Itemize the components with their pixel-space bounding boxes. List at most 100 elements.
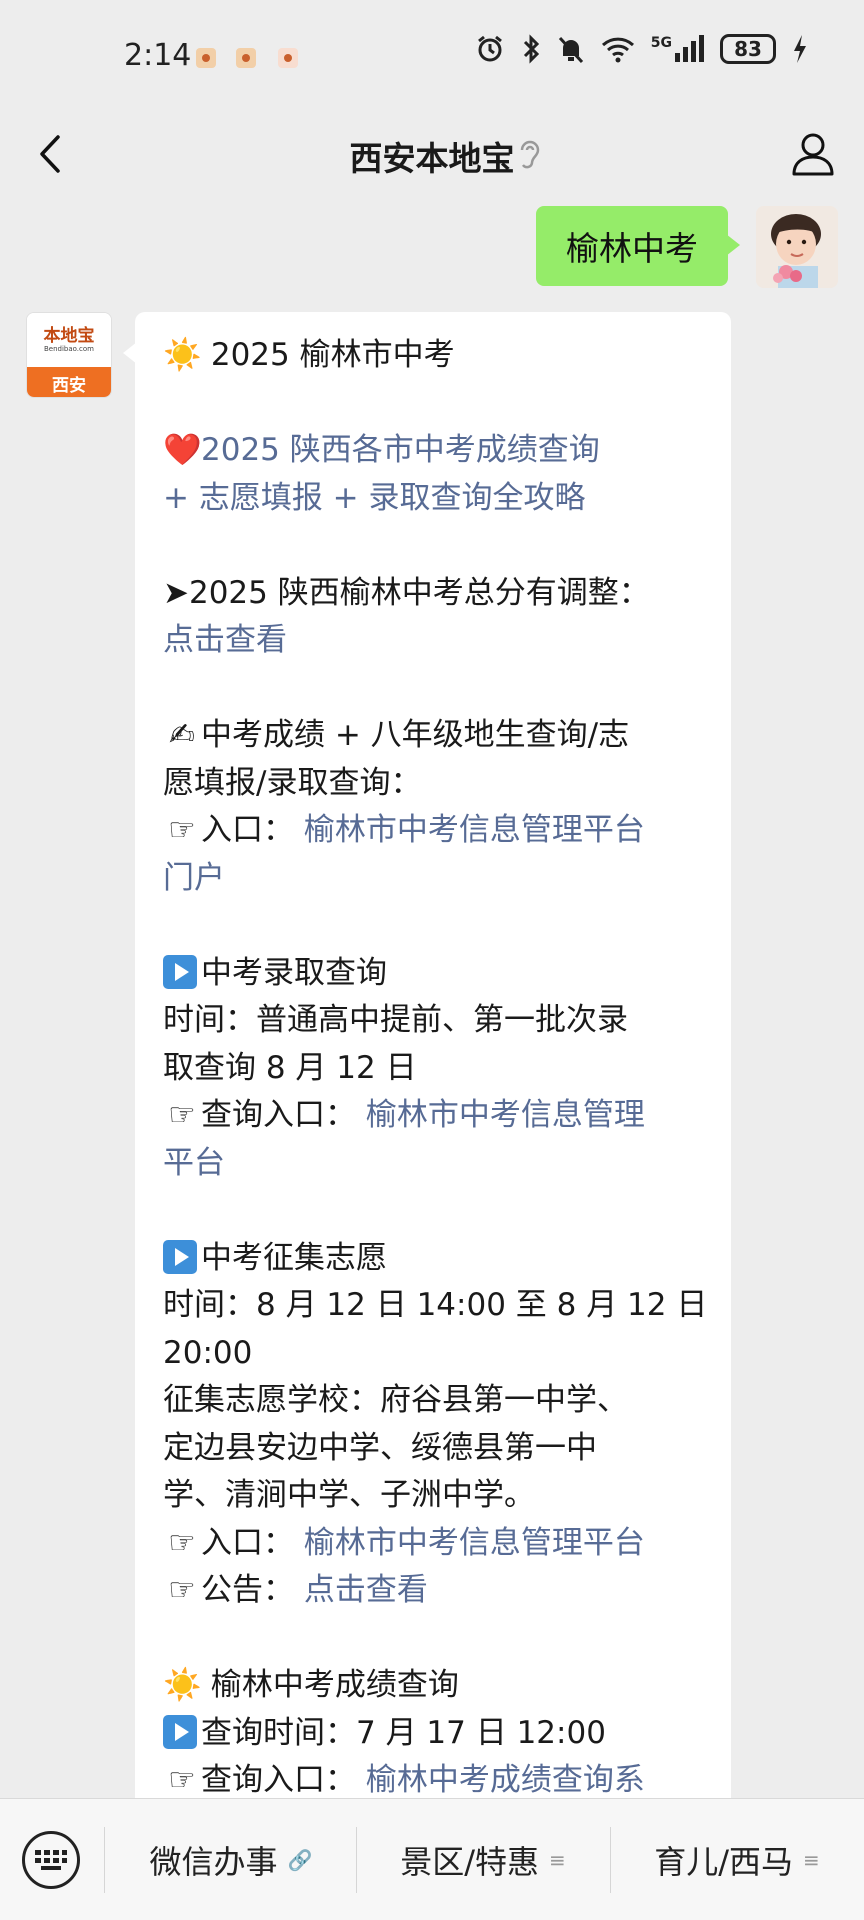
play-icon <box>163 1714 197 1749</box>
view-link[interactable]: 点击查看 <box>163 622 287 658</box>
view-link[interactable]: 点击查看 <box>304 1572 428 1608</box>
user-avatar[interactable] <box>756 206 838 288</box>
section-text: 中考成绩 + 八年级地生查询/志 <box>201 717 630 753</box>
menu-divider <box>610 1827 611 1893</box>
message-line[interactable]: 点击查看 <box>163 617 705 665</box>
school-text: 征集志愿学校：府谷县第一中学、 <box>163 1382 628 1418</box>
notification-icon <box>236 48 256 68</box>
section-title: 中考征集志愿 <box>201 1239 387 1276</box>
entry-label: 入口： <box>201 812 294 848</box>
guide-link-cont[interactable]: + 志愿填报 + 录取查询全攻略 <box>163 480 586 516</box>
entry-label: 查询入口： <box>201 1097 356 1133</box>
play-icon <box>163 954 197 989</box>
heading-text: 2025 榆林市中考 <box>210 337 455 373</box>
writing-hand-icon: ✍ <box>169 717 195 753</box>
message-line[interactable]: ☞ 查询入口： 榆林市中考信息管理 <box>163 1092 705 1140</box>
notification-icon <box>196 48 216 68</box>
platform-link-cont[interactable]: 平台 <box>163 1145 225 1181</box>
person-icon <box>792 133 834 176</box>
menu-divider <box>104 1827 105 1893</box>
menu-item-scenic[interactable]: 景区/特惠 ≡ <box>358 1831 608 1889</box>
status-time: 2:14 <box>124 38 192 73</box>
charging-icon <box>792 34 808 64</box>
bot-avatar-logo: 本地宝 Bendibao.com <box>27 313 111 367</box>
message-line[interactable]: ☞ 查询入口： 榆林中考成绩查询系 <box>163 1757 705 1798</box>
message-line: 中考录取查询 <box>163 950 705 998</box>
menu-item-label: 微信办事 <box>149 1843 278 1881</box>
platform-link[interactable]: 榆林市中考信息管理 <box>366 1097 645 1133</box>
user-message-bubble[interactable]: 榆林中考 <box>536 206 740 286</box>
message-line: ✍ 中考成绩 + 八年级地生查询/志 <box>163 712 705 760</box>
wifi-icon <box>601 35 635 63</box>
menu-item-label: 景区/特惠 <box>400 1843 540 1881</box>
message-line[interactable]: ☞ 入口： 榆林市中考信息管理平台 <box>163 807 705 855</box>
mute-bell-icon <box>557 34 585 64</box>
pointing-hand-icon: ☞ <box>168 812 196 848</box>
bot-city: 西安 <box>27 367 111 397</box>
entry-label: 查询入口： <box>201 1762 356 1798</box>
menu-item-wechat-service[interactable]: 微信办事 🔗 <box>106 1831 356 1889</box>
pointing-hand-icon: ☞ <box>168 1097 196 1133</box>
school-text: 定边县安边中学、绥德县第一中 <box>163 1429 597 1466</box>
heart-icon: ❤️ <box>163 432 202 468</box>
chat-title: 西安本地宝 <box>349 139 515 178</box>
bot-avatar[interactable]: 本地宝 Bendibao.com 西安 <box>26 312 112 398</box>
message-line[interactable]: ☞ 公告： 点击查看 <box>163 1567 705 1615</box>
profile-button[interactable] <box>788 128 838 178</box>
status-icons: 5G 83 <box>475 34 808 64</box>
message-line: 征集志愿学校：府谷县第一中学、 <box>163 1377 705 1425</box>
message-line: 定边县安边中学、绥德县第一中 <box>163 1425 705 1473</box>
time-text: 取查询 8 月 12 日 <box>163 1049 417 1086</box>
platform-link[interactable]: 榆林市中考信息管理平台 <box>304 812 645 848</box>
keyboard-button[interactable] <box>22 1831 80 1889</box>
section-title: 中考录取查询 <box>201 954 387 991</box>
message-line: 时间：普通高中提前、第一批次录 <box>163 997 705 1045</box>
message-line: ☀️ 2025 榆林市中考 <box>163 332 705 380</box>
sun-icon: ☀️ <box>163 337 202 373</box>
link-icon: 🔗 <box>287 1848 313 1872</box>
score-query-link[interactable]: 榆林中考成绩查询系 <box>366 1762 645 1798</box>
bluetooth-icon <box>521 34 541 64</box>
menu-divider <box>356 1827 357 1893</box>
time-text: 时间：普通高中提前、第一批次录 <box>163 1002 628 1038</box>
message-line: 取查询 8 月 12 日 <box>163 1045 705 1093</box>
message-line: 中考征集志愿 <box>163 1235 705 1283</box>
platform-link-cont[interactable]: 门户 <box>163 860 225 896</box>
signal-icon: 5G <box>651 35 704 63</box>
bot-site: Bendibao.com <box>43 344 94 353</box>
play-icon <box>163 1239 197 1274</box>
chat-area[interactable]: 榆林中考 本地宝 Bendibao.com 西安 ☀️ 2025 榆林市中考 ❤… <box>0 200 864 1798</box>
message-line[interactable]: 平台 <box>163 1140 705 1188</box>
time-text: 20:00 <box>163 1334 253 1371</box>
message-line[interactable]: ❤️2025 陕西各市中考成绩查询 <box>163 427 705 475</box>
menu-item-label: 育儿/西马 <box>654 1843 794 1881</box>
child-avatar-icon <box>756 206 838 288</box>
message-line: 学、清涧中学、子洲中学。 <box>163 1472 705 1520</box>
pointing-hand-icon: ☞ <box>168 1572 196 1608</box>
platform-link[interactable]: 榆林市中考信息管理平台 <box>304 1525 645 1561</box>
time-text: 查询时间：7 月 17 日 12:00 <box>201 1714 606 1751</box>
section-title: 榆林中考成绩查询 <box>210 1667 459 1703</box>
menu-list-icon: ≡ <box>549 1848 566 1872</box>
message-line: 时间：8 月 12 日 14:00 至 8 月 12 日 <box>163 1282 707 1330</box>
notice-text: ➤2025 陕西榆林中考总分有调整： <box>163 574 650 611</box>
message-line: ☀️ 榆林中考成绩查询 <box>163 1662 705 1710</box>
bot-brand: 本地宝 <box>43 325 95 346</box>
menu-list-icon: ≡ <box>803 1848 820 1872</box>
nav-bar: 西安本地宝 <box>0 110 864 200</box>
notice-label: 公告： <box>201 1572 294 1608</box>
message-line: ➤2025 陕西榆林中考总分有调整： <box>163 570 705 618</box>
message-line[interactable]: ☞ 入口： 榆林市中考信息管理平台 <box>163 1520 705 1568</box>
sun-icon: ☀️ <box>163 1667 202 1703</box>
message-line: 愿填报/录取查询： <box>163 760 705 808</box>
pointing-hand-icon: ☞ <box>168 1762 196 1798</box>
bot-message-bubble: ☀️ 2025 榆林市中考 ❤️2025 陕西各市中考成绩查询 + 志愿填报 +… <box>123 312 731 1798</box>
ear-icon <box>518 136 542 176</box>
notification-icon <box>278 48 298 68</box>
message-line[interactable]: + 志愿填报 + 录取查询全攻略 <box>163 475 705 523</box>
message-line[interactable]: 门户 <box>163 855 705 903</box>
message-line: 查询时间：7 月 17 日 12:00 <box>163 1710 705 1758</box>
keyboard-icon <box>35 1850 67 1870</box>
guide-link[interactable]: 2025 陕西各市中考成绩查询 <box>201 432 600 468</box>
menu-item-parenting[interactable]: 育儿/西马 ≡ <box>612 1831 862 1889</box>
